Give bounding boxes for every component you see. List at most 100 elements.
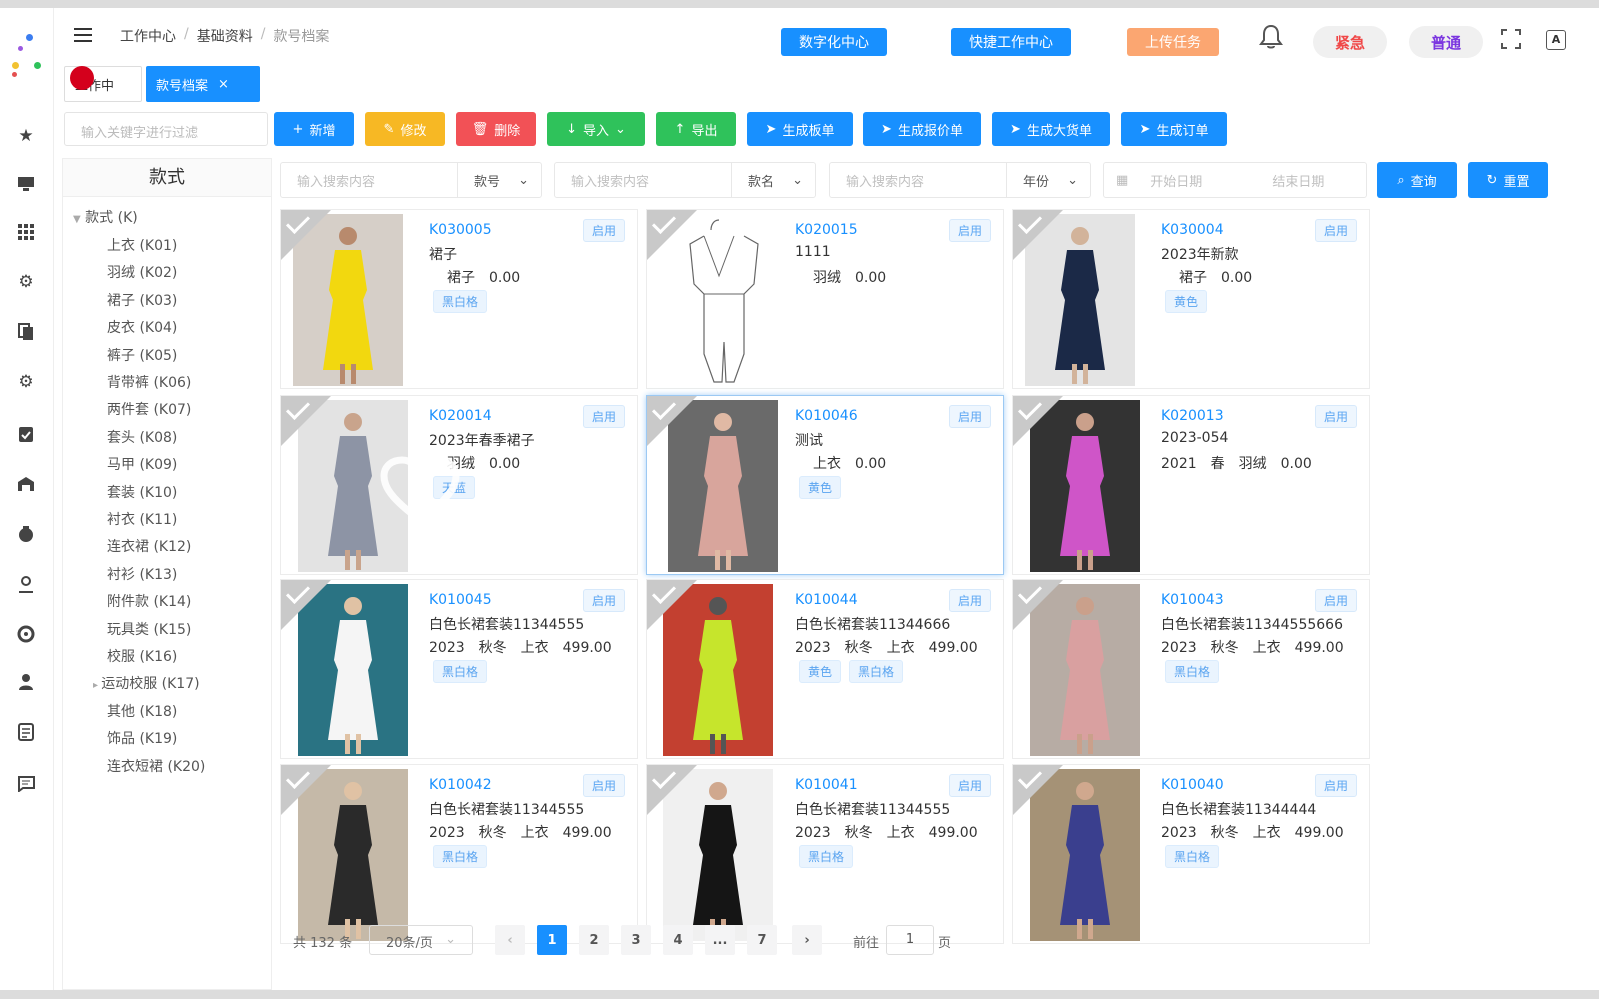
style-code[interactable]: K030004 — [1161, 222, 1224, 238]
generate-board-button[interactable]: ➤ 生成板单 — [747, 112, 853, 146]
tree-node[interactable]: 饰品 (K19) — [107, 728, 177, 748]
normal-filter-pill[interactable]: 普通 — [1409, 26, 1483, 58]
warehouse-icon[interactable] — [14, 472, 38, 496]
code-search-input[interactable]: 输入搜索内容 — [281, 171, 457, 190]
reset-button[interactable]: ↻ 重置 — [1468, 162, 1548, 198]
menu-toggle-icon[interactable] — [74, 28, 92, 42]
tree-node[interactable]: ▸ 运动校服 (K17) — [93, 673, 200, 693]
message-icon[interactable] — [14, 772, 38, 796]
style-card[interactable]: K030004 启用 2023年新款 裙子 0.00 黄色 — [1012, 209, 1370, 389]
query-button[interactable]: ⌕ 查询 — [1377, 162, 1457, 198]
year-search-field[interactable]: 输入搜索内容 年份 ⌄ — [829, 162, 1091, 198]
prev-page-button[interactable]: ‹ — [495, 925, 525, 955]
style-code[interactable]: K010046 — [795, 408, 858, 424]
tree-root-node[interactable]: ▼ 款式 (K) — [73, 207, 138, 227]
fullscreen-icon[interactable] — [1500, 28, 1522, 50]
name-select[interactable]: 款名 ⌄ — [731, 163, 815, 197]
page-number-button[interactable]: 3 — [621, 925, 651, 955]
close-icon[interactable]: × — [218, 77, 229, 92]
generate-bulk-button[interactable]: ➤ 生成大货单 — [992, 112, 1110, 146]
code-search-field[interactable]: 输入搜索内容 款号 ⌄ — [280, 162, 542, 198]
grid-icon[interactable] — [14, 220, 38, 244]
style-card[interactable]: K020015 启用 1111 羽绒 0.00 — [646, 209, 1004, 389]
page-number-button[interactable]: 4 — [663, 925, 693, 955]
breadcrumb-item[interactable]: 工作中心 — [120, 26, 176, 46]
breadcrumb-item[interactable]: 基础资料 — [197, 26, 253, 46]
style-code[interactable]: K020015 — [795, 222, 858, 238]
goto-page-input[interactable]: 1 — [886, 925, 934, 955]
style-code[interactable]: K010042 — [429, 777, 492, 793]
generate-quote-button[interactable]: ➤ 生成报价单 — [863, 112, 981, 146]
edit-button[interactable]: ✎ 修改 — [365, 112, 445, 146]
add-button[interactable]: + 新增 — [274, 112, 354, 146]
digital-center-button[interactable]: 数字化中心 — [781, 28, 887, 56]
style-code[interactable]: K010044 — [795, 592, 858, 608]
clipboard-icon[interactable] — [14, 422, 38, 446]
year-search-input[interactable]: 输入搜索内容 — [830, 171, 1006, 190]
quick-work-center-button[interactable]: 快捷工作中心 — [951, 28, 1071, 56]
documents-icon[interactable] — [14, 320, 38, 344]
tree-filter-input[interactable]: 输入关键字进行过滤 — [64, 112, 268, 146]
style-code[interactable]: K010045 — [429, 592, 492, 608]
tree-node[interactable]: 羽绒 (K02) — [107, 262, 177, 282]
star-icon[interactable]: ★ — [14, 124, 38, 148]
tree-node[interactable]: 连衣裙 (K12) — [107, 536, 191, 556]
style-card[interactable]: K010042 启用 白色长裙套装11344555 2023 秋冬 上衣 499.00… — [280, 764, 638, 944]
style-card[interactable]: K010043 启用 白色长裙套装11344555666 2023 秋冬 上衣 499… — [1012, 579, 1370, 759]
tree-node[interactable]: 皮衣 (K04) — [107, 317, 177, 337]
tree-node[interactable]: 玩具类 (K15) — [107, 619, 191, 639]
page-number-button[interactable]: 2 — [579, 925, 609, 955]
style-code[interactable]: K010041 — [795, 777, 858, 793]
gear-icon[interactable]: ⚙ — [14, 270, 38, 294]
upload-task-button[interactable]: 上传任务 — [1127, 28, 1219, 56]
form-icon[interactable] — [14, 720, 38, 744]
tree-node[interactable]: 上衣 (K01) — [107, 235, 177, 255]
import-button[interactable]: ↓ 导入 ⌄ — [547, 112, 645, 146]
style-code[interactable]: K020013 — [1161, 408, 1224, 424]
tree-node[interactable]: 衬衣 (K11) — [107, 509, 177, 529]
style-code[interactable]: K010043 — [1161, 592, 1224, 608]
style-card[interactable]: K030005 启用 裙子 裙子 0.00 黑白格 — [280, 209, 638, 389]
tree-node[interactable]: 马甲 (K09) — [107, 454, 177, 474]
monitor-icon[interactable] — [14, 172, 38, 196]
style-card[interactable]: K010044 启用 白色长裙套装11344666 2023 秋冬 上衣 499.00… — [646, 579, 1004, 759]
tree-node[interactable]: 校服 (K16) — [107, 646, 177, 666]
tree-node[interactable]: 两件套 (K07) — [107, 399, 191, 419]
user-icon[interactable] — [14, 670, 38, 694]
tree-node[interactable]: 其他 (K18) — [107, 701, 177, 721]
tree-node[interactable]: 套装 (K10) — [107, 482, 177, 502]
bell-icon[interactable] — [1259, 24, 1283, 50]
style-card[interactable]: K010046 启用 测试 上衣 0.00 黄色 — [646, 395, 1004, 575]
bag-icon[interactable] — [14, 522, 38, 546]
name-search-field[interactable]: 输入搜索内容 款名 ⌄ — [554, 162, 816, 198]
name-search-input[interactable]: 输入搜索内容 — [555, 171, 731, 190]
gears-icon[interactable]: ⚙ — [14, 370, 38, 394]
style-card[interactable]: K010040 启用 白色长裙套装11344444 2023 秋冬 上衣 499.00… — [1012, 764, 1370, 944]
tree-node[interactable]: 裤子 (K05) — [107, 345, 177, 365]
start-date-input[interactable]: 开始日期 — [1150, 171, 1202, 190]
style-code[interactable]: K020014 — [429, 408, 492, 424]
year-select[interactable]: 年份 ⌄ — [1006, 163, 1090, 197]
tree-node[interactable]: 附件款 (K14) — [107, 591, 191, 611]
style-card[interactable]: K010041 启用 白色长裙套装11344555 2023 秋冬 上衣 499.00… — [646, 764, 1004, 944]
tab-style-archive[interactable]: 款号档案 × — [146, 66, 260, 102]
page-number-button[interactable]: 1 — [537, 925, 567, 955]
generate-order-button[interactable]: ➤ 生成订单 — [1121, 112, 1227, 146]
target-icon[interactable] — [14, 622, 38, 646]
language-icon[interactable]: A — [1546, 30, 1566, 50]
style-card[interactable]: K010045 启用 白色长裙套装11344555 2023 秋冬 上衣 499.00… — [280, 579, 638, 759]
tree-node[interactable]: 背带裤 (K06) — [107, 372, 191, 392]
style-code[interactable]: K030005 — [429, 222, 492, 238]
export-button[interactable]: ↑ 导出 — [656, 112, 736, 146]
end-date-input[interactable]: 结束日期 — [1272, 171, 1324, 190]
delete-button[interactable]: 🗑 删除 — [456, 112, 536, 146]
date-range-picker[interactable]: ▦ 开始日期 结束日期 — [1103, 162, 1367, 198]
tree-node[interactable]: 套头 (K08) — [107, 427, 177, 447]
user-outline-icon[interactable] — [14, 572, 38, 596]
style-code[interactable]: K010040 — [1161, 777, 1224, 793]
tree-node[interactable]: 裙子 (K03) — [107, 290, 177, 310]
next-page-button[interactable]: › — [792, 925, 822, 955]
urgent-filter-pill[interactable]: 紧急 — [1313, 26, 1387, 58]
code-select[interactable]: 款号 ⌄ — [457, 163, 541, 197]
page-size-select[interactable]: 20条/页 ⌄ — [369, 925, 473, 955]
